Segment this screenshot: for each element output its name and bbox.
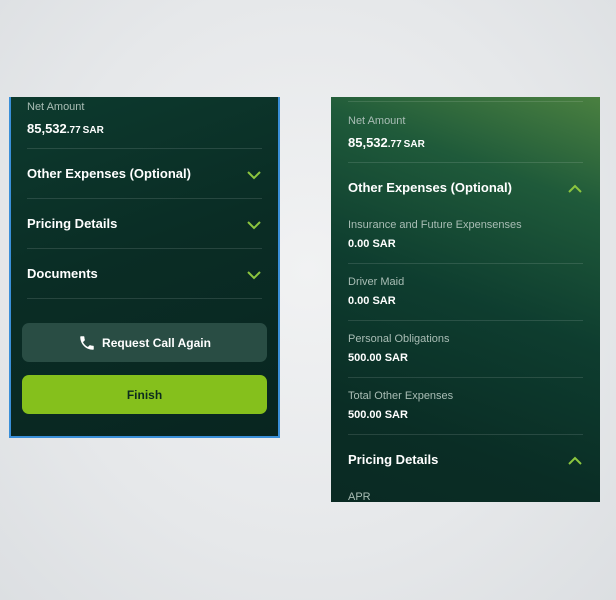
- expense-item-value: 500.00 SAR: [348, 352, 408, 364]
- section-title: Pricing Details: [27, 216, 118, 231]
- chevron-up-icon[interactable]: [567, 183, 583, 195]
- net-amount-value: 85,532.77 SAR: [27, 121, 104, 136]
- finish-button[interactable]: Finish: [22, 375, 267, 414]
- section-other-expenses[interactable]: Other Expenses (Optional): [11, 149, 278, 198]
- expense-item-value: 0.00 SAR: [348, 238, 396, 250]
- net-amount-label: Net Amount: [27, 101, 85, 113]
- section-title: Other Expenses (Optional): [27, 166, 191, 181]
- expense-item-label: Total Other Expenses: [348, 390, 454, 402]
- net-amount-label: Net Amount: [348, 115, 406, 127]
- section-title: Other Expenses (Optional): [348, 180, 512, 195]
- chevron-down-icon[interactable]: [246, 269, 262, 281]
- net-amount-currency: SAR: [82, 125, 104, 136]
- chevron-down-icon[interactable]: [246, 169, 262, 181]
- net-amount-value: 85,532.77 SAR: [348, 135, 425, 150]
- apr-label: APR: [348, 491, 371, 502]
- phone-icon: [80, 335, 94, 350]
- expense-item-label: Driver Maid: [348, 276, 405, 288]
- net-amount-main: 85,532: [27, 121, 67, 136]
- net-amount-cents: .77: [387, 139, 402, 150]
- divider: [348, 101, 583, 102]
- divider: [348, 377, 583, 378]
- request-call-again-button[interactable]: Request Call Again: [22, 323, 267, 362]
- section-pricing-details[interactable]: Pricing Details: [331, 435, 600, 484]
- request-call-again-label: Request Call Again: [102, 335, 211, 350]
- expense-item-label: Insurance and Future Expensenses: [348, 219, 522, 231]
- divider: [27, 298, 262, 299]
- section-documents[interactable]: Documents: [11, 249, 278, 298]
- finish-label: Finish: [126, 387, 163, 402]
- section-title: Documents: [27, 266, 98, 281]
- expense-item-label: Personal Obligations: [348, 333, 450, 345]
- net-amount-cents: .77: [66, 125, 81, 136]
- expense-item-value: 0.00 SAR: [348, 295, 396, 307]
- section-other-expenses[interactable]: Other Expenses (Optional): [331, 163, 600, 212]
- divider: [348, 320, 583, 321]
- summary-panel-expanded: Net Amount 85,532.77 SAR Other Expenses (…: [331, 97, 600, 502]
- divider: [348, 263, 583, 264]
- chevron-down-icon[interactable]: [246, 219, 262, 231]
- section-title: Pricing Details: [348, 452, 439, 467]
- net-amount-currency: SAR: [403, 139, 425, 150]
- net-amount-main: 85,532: [348, 135, 388, 150]
- summary-panel-collapsed: Net Amount 85,532.77 SAR Other Expenses (…: [9, 97, 280, 438]
- chevron-up-icon[interactable]: [567, 455, 583, 467]
- expense-item-value: 500.00 SAR: [348, 409, 408, 421]
- section-pricing-details[interactable]: Pricing Details: [11, 199, 278, 248]
